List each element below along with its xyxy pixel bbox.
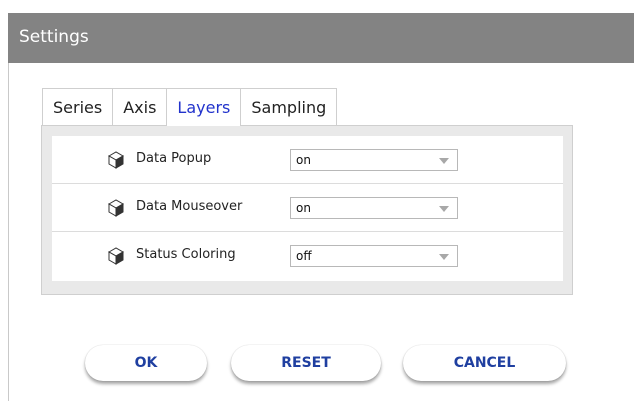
tab-sampling[interactable]: Sampling [240, 88, 338, 125]
data-mouseover-select[interactable]: on [290, 197, 458, 219]
cube-icon [107, 151, 125, 169]
layer-label: Data Popup [136, 151, 212, 166]
cancel-button[interactable]: CANCEL [403, 345, 566, 381]
layer-row-data-popup: Data Popup on [52, 136, 563, 184]
cube-icon [107, 199, 125, 217]
layer-label: Data Mouseover [136, 199, 243, 214]
chevron-down-icon [439, 206, 449, 212]
layer-row-status-coloring: Status Coloring off [52, 232, 563, 281]
layer-row-data-mouseover: Data Mouseover on [52, 184, 563, 232]
dialog-title: Settings [19, 27, 89, 47]
select-value: on [296, 153, 311, 167]
select-value: on [296, 201, 311, 215]
tab-bar: Series Axis Layers Sampling [42, 88, 338, 126]
layer-label: Status Coloring [136, 247, 236, 262]
layers-list: Data Popup on Data Mouseover on Status C… [52, 136, 563, 281]
chevron-down-icon [439, 158, 449, 164]
status-coloring-select[interactable]: off [290, 245, 458, 267]
dialog-titlebar: Settings [8, 13, 634, 63]
reset-button[interactable]: RESET [231, 345, 381, 381]
select-value: off [296, 249, 312, 263]
data-popup-select[interactable]: on [290, 149, 458, 171]
layers-panel: Data Popup on Data Mouseover on Status C… [41, 125, 573, 295]
cube-icon [107, 247, 125, 265]
ok-button[interactable]: OK [85, 345, 207, 381]
tab-layers[interactable]: Layers [166, 88, 242, 126]
chevron-down-icon [439, 254, 449, 260]
tab-axis[interactable]: Axis [112, 88, 168, 125]
tab-series[interactable]: Series [42, 88, 114, 125]
